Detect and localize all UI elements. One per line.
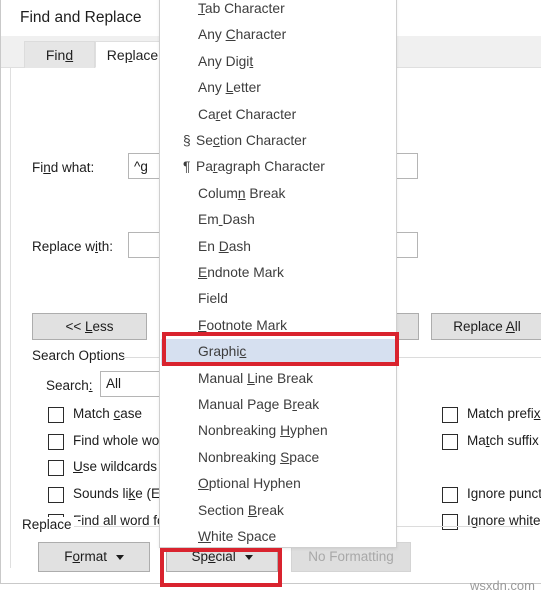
- special-menu-item-label: Section Break: [198, 502, 284, 518]
- replace-button-partial[interactable]: [395, 313, 419, 340]
- special-menu-item[interactable]: Column Break: [161, 181, 396, 207]
- use-wildcards-checkbox[interactable]: [48, 460, 64, 476]
- special-menu-item-label: Caret Character: [198, 106, 297, 122]
- special-menu-item[interactable]: § Section Character: [161, 128, 396, 154]
- menu-item-glyph: §: [183, 133, 191, 148]
- special-menu-item-label: Manual Page Break: [198, 397, 320, 412]
- special-menu-item-label: Endnote Mark: [198, 265, 284, 280]
- special-dropdown-menu[interactable]: Tab Character Any Character Any Digit Any L…: [159, 0, 397, 548]
- sounds-like-checkbox[interactable]: [48, 487, 64, 503]
- special-menu-item-label: Tab Character: [198, 1, 285, 16]
- ignore-punctuation-checkbox[interactable]: [442, 487, 458, 503]
- special-menu-item[interactable]: ¶ Paragraph Character: [161, 154, 396, 180]
- ignore-whitespace-checkbox[interactable]: [442, 514, 458, 530]
- special-menu-item[interactable]: Graphic: [161, 339, 396, 366]
- special-menu-item-label: Manual Line Break: [198, 370, 314, 386]
- format-button[interactable]: Format: [38, 542, 150, 572]
- replace-with-label: Replace with:: [32, 239, 114, 254]
- match-suffix-checkbox[interactable]: [442, 434, 458, 450]
- chevron-down-icon: [244, 554, 253, 560]
- match-suffix-label: Match suffix: [467, 433, 539, 448]
- special-menu-item[interactable]: Tab Character: [161, 0, 396, 22]
- special-menu-item[interactable]: Nonbreaking Space: [161, 445, 396, 471]
- special-menu-item-label: Graphic: [198, 344, 247, 360]
- search-label: Search:: [46, 378, 93, 393]
- special-menu-item-label: Optional Hyphen: [198, 476, 301, 492]
- special-menu-item-label: En Dash: [198, 238, 251, 254]
- special-menu-item[interactable]: White Space: [161, 524, 396, 547]
- special-menu-item-label: Em Dash: [198, 212, 255, 228]
- special-menu-item[interactable]: Any Character: [161, 22, 396, 48]
- chevron-down-icon: [115, 554, 124, 560]
- special-menu-item[interactable]: Footnote Mark: [161, 313, 396, 339]
- special-menu-item-label: Section Character: [196, 133, 307, 148]
- use-wildcards-label: Use wildcards: [73, 459, 158, 474]
- special-menu-item[interactable]: En Dash: [161, 234, 396, 260]
- special-menu-item[interactable]: Nonbreaking Hyphen: [161, 418, 396, 444]
- match-case-checkbox[interactable]: [48, 407, 64, 423]
- search-options-group-title: Search Options: [32, 348, 132, 363]
- special-menu-item[interactable]: Section Break: [161, 498, 396, 524]
- special-menu-item[interactable]: Endnote Mark: [161, 260, 396, 286]
- screenshot-root: Find and Replace Find Replace Find what:…: [0, 0, 541, 597]
- special-menu-item-label: Any Digit: [198, 53, 254, 69]
- special-menu-item-label: Field: [198, 291, 228, 307]
- tab-find[interactable]: Find: [24, 41, 95, 68]
- special-menu-item[interactable]: Optional Hyphen: [161, 471, 396, 497]
- special-menu-item[interactable]: Em Dash: [161, 207, 396, 233]
- special-menu-item-label: Column Break: [198, 185, 286, 201]
- special-menu-item[interactable]: Field: [161, 286, 396, 312]
- special-menu-item[interactable]: Any Digit: [161, 49, 396, 75]
- dialog-title: Find and Replace: [20, 9, 142, 26]
- special-menu-item-label: Footnote Mark: [198, 317, 287, 333]
- match-prefix-label: Match prefix: [467, 406, 541, 421]
- find-whole-words-checkbox[interactable]: [48, 434, 64, 450]
- replace-all-button[interactable]: Replace All: [431, 313, 541, 340]
- special-menu-item-label: Any Letter: [198, 80, 261, 96]
- replace-group-title: Replace: [22, 517, 78, 532]
- find-what-label: Find what:: [32, 160, 95, 175]
- special-menu-item-label: Nonbreaking Space: [198, 449, 320, 465]
- special-menu-item[interactable]: Caret Character: [161, 102, 396, 128]
- match-case-label: Match case: [73, 406, 143, 421]
- ignore-punctuation-label: Ignore punctuation characters: [467, 486, 541, 501]
- special-menu-item-label: Nonbreaking Hyphen: [198, 423, 328, 439]
- special-menu-item-label: White Space: [198, 529, 277, 544]
- special-menu-item[interactable]: Manual Line Break: [161, 366, 396, 392]
- watermark: wsxdn.com: [469, 578, 535, 593]
- less-button[interactable]: << Less: [32, 313, 147, 340]
- special-menu-item[interactable]: Any Letter: [161, 75, 396, 101]
- special-menu-item-label: Any Character: [198, 27, 287, 43]
- match-prefix-checkbox[interactable]: [442, 407, 458, 423]
- menu-item-glyph: ¶: [183, 159, 191, 175]
- special-menu-item[interactable]: Manual Page Break: [161, 392, 396, 418]
- special-menu-item-label: Paragraph Character: [196, 159, 325, 175]
